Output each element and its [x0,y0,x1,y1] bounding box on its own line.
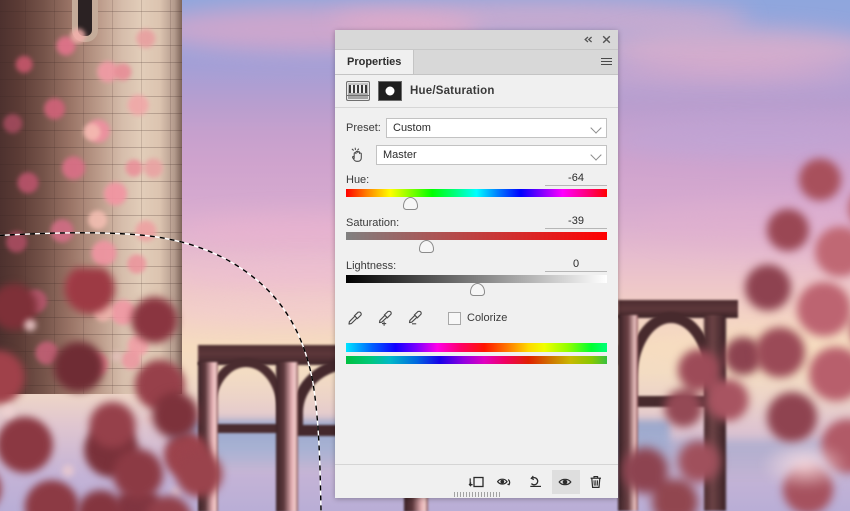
viaduct-pier [276,362,298,511]
hue-track-wrap[interactable] [346,189,607,211]
saturation-slider-header: Saturation: -39 [346,215,607,229]
lightness-track-wrap[interactable] [346,275,607,297]
hue-gradient-track[interactable] [346,189,607,197]
screenshot-root: Properties Hue/Saturation Preset: Custom [0,0,850,511]
hue-value-input[interactable]: -64 [545,172,607,186]
channel-row: Master [346,145,607,165]
lightness-value-input[interactable]: 0 [545,258,607,272]
clip-to-layer-button[interactable] [462,470,490,494]
reset-button[interactable] [522,470,550,494]
toggle-visibility-button[interactable] [552,469,580,494]
tools-row: Colorize [346,309,607,327]
eyedropper-plus-icon[interactable] [376,309,394,327]
color-ramps [346,343,607,364]
preset-value: Custom [393,122,431,134]
eye-previous-icon [496,478,511,485]
panel-footer [335,464,618,498]
close-icon[interactable] [600,33,613,46]
saturation-value-input[interactable]: -39 [545,215,607,229]
colorize-label: Colorize [467,312,508,324]
red-tree-right-highlight [760,440,850,490]
saturation-label: Saturation: [346,217,400,229]
colorize-checkbox[interactable] [448,311,461,325]
hamburger-menu-icon[interactable] [600,56,613,68]
view-previous-state-button[interactable] [492,470,520,494]
input-hue-ramp[interactable] [346,343,607,352]
lightness-slider-thumb[interactable] [470,283,485,296]
colorize-checkbox-row[interactable]: Colorize [448,311,508,325]
hue-slider-thumb[interactable] [403,197,419,210]
eye-icon [558,478,572,485]
chevron-down-icon [590,149,602,161]
hue-slider-group: Hue: -64 [346,172,607,211]
layer-mask-icon[interactable] [378,81,402,101]
preset-row: Preset: Custom [346,118,607,138]
on-image-adjust-hand-icon[interactable] [346,145,368,165]
preset-label: Preset: [346,122,381,134]
saturation-slider-thumb[interactable] [419,240,435,253]
clip-to-layer-icon [468,476,484,487]
lightness-gradient-track[interactable] [346,275,607,283]
panel-body: Preset: Custom Master Hue: -64 Saturatio… [335,108,618,364]
output-hue-ramp[interactable] [346,356,607,364]
channel-value: Master [383,149,417,161]
double-chevron-left-icon[interactable] [582,33,595,46]
page-title: Hue/Saturation [410,85,495,97]
red-tree-left-lower [70,390,240,511]
hue-slider-header: Hue: -64 [346,172,607,186]
panel-titlebar[interactable] [335,30,618,50]
resize-grip-icon[interactable] [453,492,500,497]
channel-select[interactable]: Master [376,145,607,165]
eyedropper-icon[interactable] [346,309,364,327]
lightness-slider-header: Lightness: 0 [346,258,607,272]
adjustment-header: Hue/Saturation [335,75,618,108]
adjustment-layer-icon[interactable] [346,81,370,101]
chevron-down-icon [590,122,602,134]
hue-label: Hue: [346,174,370,186]
lightness-slider-group: Lightness: 0 [346,258,607,297]
tab-properties-label: Properties [347,56,402,68]
saturation-slider-group: Saturation: -39 [346,215,607,254]
preset-select[interactable]: Custom [386,118,607,138]
saturation-track-wrap[interactable] [346,232,607,254]
lightness-label: Lightness: [346,260,397,272]
panel-tab-row: Properties [335,50,618,75]
trash-icon [590,475,601,488]
saturation-gradient-track[interactable] [346,232,607,240]
tab-properties[interactable]: Properties [335,50,415,74]
eyedropper-minus-icon[interactable] [406,309,424,327]
properties-panel: Properties Hue/Saturation Preset: Custom [335,30,618,498]
delete-layer-button[interactable] [582,470,610,494]
reset-arrow-icon [530,475,541,487]
